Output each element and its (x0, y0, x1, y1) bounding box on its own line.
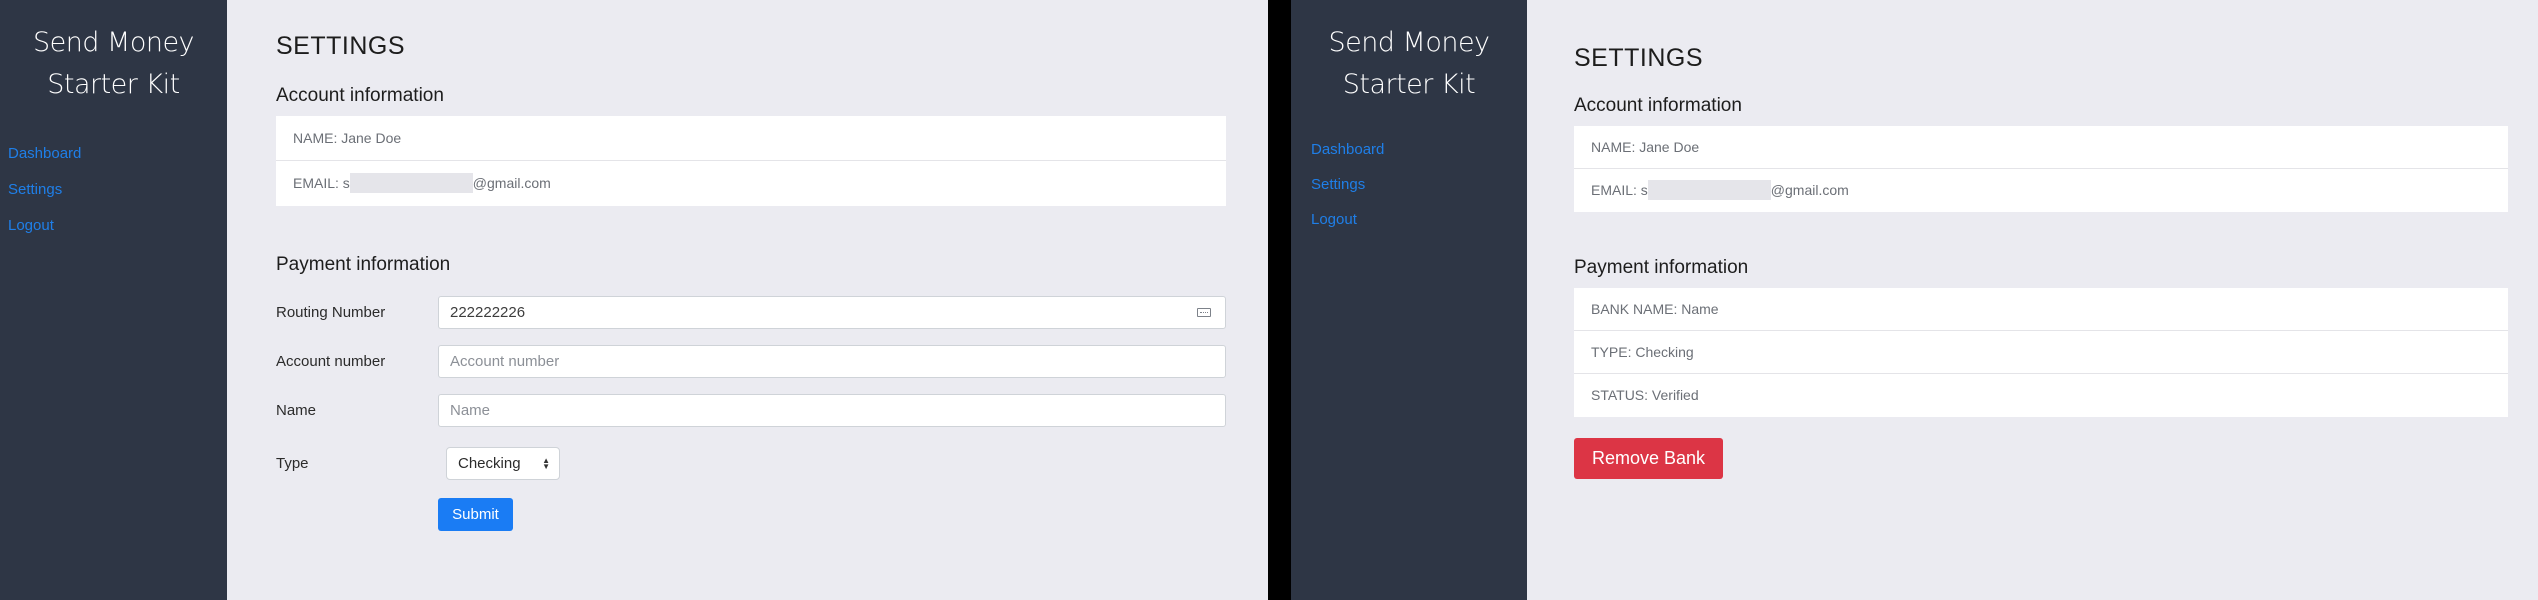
account-number-label: Account number (276, 353, 386, 370)
account-name-item: NAME: Jane Doe (276, 116, 1226, 161)
settings-page-bank: Send Money Starter Kit Dashboard Setting… (1291, 0, 2538, 600)
name-input[interactable]: Name (438, 394, 1226, 427)
sidebar-nav: Dashboard Settings Logout (0, 136, 227, 244)
type-row: Type Checking ▲ ▼ (276, 435, 1226, 491)
email-redaction (349, 172, 473, 193)
brand-line-2: Starter Kit (1342, 69, 1476, 100)
account-info-list: NAME: Jane Doe EMAIL: s @gmail.com (1574, 126, 2508, 212)
autofill-card-icon[interactable] (1197, 308, 1211, 317)
account-section-title: Account information (276, 85, 444, 106)
nav-dashboard-link[interactable]: Dashboard (1291, 132, 1527, 167)
account-number-row: Account number Account number (276, 337, 1226, 386)
type-select[interactable]: Checking ▲ ▼ (446, 446, 560, 480)
page-title: SETTINGS (276, 32, 406, 60)
nav-logout-link[interactable]: Logout (0, 208, 227, 244)
submit-button[interactable]: Submit (438, 498, 513, 531)
brand-line-1: Send Money (32, 27, 195, 58)
email-suffix: @gmail.com (1770, 182, 1849, 198)
brand-title: Send Money Starter Kit (1291, 0, 1527, 106)
remove-bank-button[interactable]: Remove Bank (1574, 438, 1723, 479)
email-suffix: @gmail.com (472, 175, 551, 191)
sidebar-nav: Dashboard Settings Logout (1291, 132, 1527, 237)
account-section-title: Account information (1574, 95, 1742, 116)
account-email-item: EMAIL: s @gmail.com (1574, 169, 2508, 212)
nav-logout-link[interactable]: Logout (1291, 202, 1527, 237)
select-arrows-icon: ▲ ▼ (542, 455, 550, 471)
account-number-input[interactable]: Account number (438, 345, 1226, 378)
routing-number-label: Routing Number (276, 304, 386, 321)
routing-number-value: 222222226 (450, 304, 526, 321)
email-prefix: EMAIL: s (293, 175, 350, 191)
bank-name-item: BANK NAME: Name (1574, 288, 2508, 331)
payment-section-title: Payment information (276, 254, 451, 275)
page-title: SETTINGS (1574, 44, 1704, 72)
nav-dashboard-link[interactable]: Dashboard (0, 136, 227, 172)
routing-number-row: Routing Number 222222226 (276, 288, 1226, 337)
brand-line-1: Send Money (1328, 27, 1490, 58)
main-content: SETTINGS Account information NAME: Jane … (1574, 0, 2508, 479)
bank-info-list: BANK NAME: Name TYPE: Checking STATUS: V… (1574, 288, 2508, 417)
nav-settings-link[interactable]: Settings (1291, 167, 1527, 202)
sidebar: Send Money Starter Kit Dashboard Setting… (0, 0, 227, 600)
routing-number-input[interactable]: 222222226 (438, 296, 1226, 329)
bank-status-item: STATUS: Verified (1591, 387, 1699, 403)
account-info-list: NAME: Jane Doe EMAIL: s @gmail.com (276, 116, 1226, 206)
bank-type-item: TYPE: Checking (1574, 331, 2508, 374)
account-email-item: EMAIL: s @gmail.com (276, 161, 1226, 206)
nav-settings-link[interactable]: Settings (0, 172, 227, 208)
sidebar: Send Money Starter Kit Dashboard Setting… (1291, 0, 1527, 600)
name-label: Name (276, 402, 317, 419)
email-prefix: EMAIL: s (1591, 182, 1648, 198)
type-selected-value: Checking (458, 454, 521, 472)
payment-section-title: Payment information (1574, 257, 1749, 278)
name-row: Name Name (276, 386, 1226, 435)
type-label: Type (276, 454, 309, 472)
account-name-item: NAME: Jane Doe (1574, 126, 2508, 169)
email-redaction (1647, 179, 1771, 200)
brand-title: Send Money Starter Kit (0, 0, 227, 106)
brand-line-2: Starter Kit (47, 69, 180, 100)
main-content: SETTINGS Account information NAME: Jane … (276, 0, 1226, 531)
settings-page-form: Send Money Starter Kit Dashboard Setting… (0, 0, 1268, 600)
